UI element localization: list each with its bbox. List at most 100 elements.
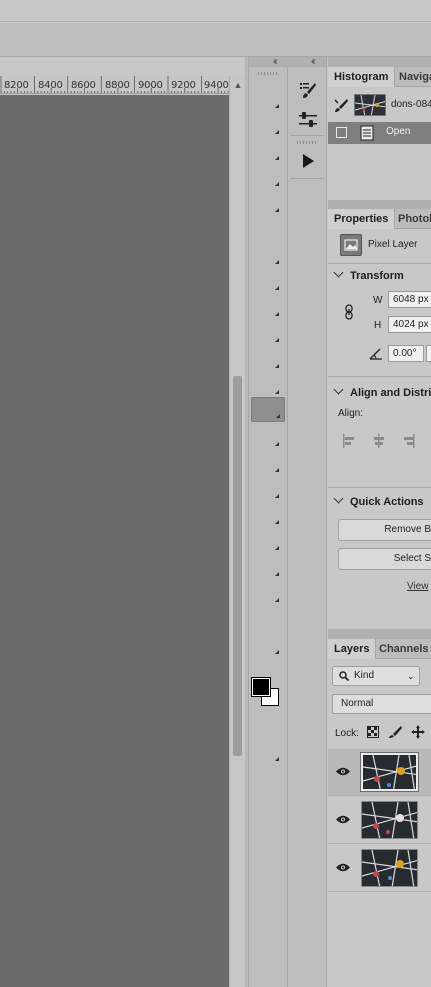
align-right-icon[interactable] <box>400 434 416 448</box>
grip-handle[interactable] <box>258 72 278 75</box>
ruler-label: 8200 <box>4 80 29 91</box>
brush-settings-icon <box>299 83 316 98</box>
chevron-down-icon[interactable] <box>333 493 344 504</box>
snapshot-thumbnail <box>354 94 386 116</box>
brush-settings-button[interactable] <box>289 75 326 105</box>
tab-navigator[interactable]: Naviga <box>393 67 431 87</box>
properties-tabbar: Properties Photob <box>328 209 431 229</box>
view-more-link[interactable]: View <box>407 581 429 592</box>
pixel-layer-icon <box>340 234 362 256</box>
scroll-up-arrow-icon[interactable]: ▲ <box>230 80 246 90</box>
blend-mode-select[interactable]: Normal <box>332 694 431 714</box>
layer-thumbnail <box>360 752 419 792</box>
tool-flyout-icon <box>275 156 279 160</box>
height-label: H <box>374 320 382 331</box>
width-field[interactable]: 6048 px <box>388 291 431 308</box>
panel-column: Histogram Naviga dons-084 Open Propertie… <box>328 57 431 987</box>
tool-flyout-icon <box>275 130 279 134</box>
tool-flyout-icon <box>275 650 279 654</box>
filter-kind-label: Kind <box>354 670 375 681</box>
lock-position-icon[interactable] <box>411 725 425 739</box>
tab-layers[interactable]: Layers <box>328 639 377 659</box>
history-state-checkbox[interactable] <box>336 127 347 138</box>
lock-transparent-pixels-icon[interactable] <box>367 726 379 738</box>
actions-play-button[interactable] <box>289 146 326 176</box>
tool-flyout-icon <box>275 364 279 368</box>
history-state-label: Open <box>386 126 411 137</box>
adjustments-button[interactable] <box>289 104 326 134</box>
eye-visibility-icon[interactable] <box>336 863 350 872</box>
snapshot-name: dons-084 <box>391 99 431 110</box>
document-canvas[interactable] <box>0 95 229 987</box>
panel-group-header <box>328 57 431 67</box>
quick-actions-section-title[interactable]: Quick Actions <box>350 496 424 508</box>
tool-flyout-icon <box>275 442 279 446</box>
collapsed-panel-dock: ‹‹ <box>248 56 288 987</box>
tab-histogram[interactable]: Histogram <box>328 67 396 87</box>
tool-flyout-icon <box>275 546 279 550</box>
foreground-color-swatch[interactable] <box>251 677 271 697</box>
align-left-icon[interactable] <box>342 434 358 448</box>
chevron-down-icon: ⌄ <box>407 671 415 681</box>
divider <box>328 376 431 377</box>
tool-flyout-icon <box>276 414 280 418</box>
tab-properties[interactable]: Properties <box>328 209 396 229</box>
ruler-label: 9400 <box>204 80 229 91</box>
history-empty-area <box>328 144 431 204</box>
tab-channels[interactable]: Channels <box>373 639 431 659</box>
tool-flyout-icon <box>275 494 279 498</box>
layer-row[interactable] <box>328 749 431 796</box>
tool-flyout-icon <box>275 520 279 524</box>
scrollbar-thumb[interactable] <box>233 376 242 756</box>
align-label: Align: <box>338 408 364 419</box>
width-label: W <box>373 295 383 306</box>
dock-header: ‹‹ <box>249 56 288 67</box>
options-bar <box>0 23 431 57</box>
ruler-label: 8800 <box>105 80 130 91</box>
horizontal-ruler[interactable]: 8200 8400 8600 8800 9000 9200 9400 <box>0 76 231 94</box>
tool-flyout-icon <box>275 312 279 316</box>
eye-visibility-icon[interactable] <box>336 815 350 824</box>
search-icon <box>339 671 349 681</box>
chevron-down-icon[interactable] <box>333 384 344 395</box>
tool-flyout-icon <box>275 468 279 472</box>
lock-image-pixels-icon[interactable] <box>388 725 402 739</box>
ruler-label: 9000 <box>138 80 163 91</box>
layer-thumbnail <box>361 849 418 887</box>
height-field[interactable]: 4024 px <box>388 316 431 333</box>
remove-background-button[interactable]: Remove B <box>338 519 431 541</box>
layer-row[interactable] <box>328 797 431 844</box>
angle-icon <box>369 348 382 360</box>
history-snapshot-row[interactable]: dons-084 <box>328 88 431 122</box>
reference-point-field[interactable] <box>426 345 431 362</box>
link-chain-icon[interactable] <box>344 304 354 320</box>
ruler-label: 9200 <box>171 80 196 91</box>
align-section-title[interactable]: Align and Distri <box>350 387 431 399</box>
vertical-scrollbar[interactable]: ▲ <box>229 76 245 987</box>
tab-photoshop[interactable]: Photob <box>392 209 431 229</box>
grip-handle[interactable] <box>297 141 317 144</box>
document-icon <box>360 125 374 141</box>
align-center-icon[interactable] <box>371 434 387 448</box>
layer-row[interactable] <box>328 845 431 892</box>
collapse-arrows-icon[interactable]: ‹‹ <box>273 56 277 67</box>
chevron-down-icon[interactable] <box>333 267 344 278</box>
angle-field[interactable]: 0.00° <box>388 345 424 362</box>
history-state-open[interactable]: Open <box>328 122 431 144</box>
eye-visibility-icon[interactable] <box>336 767 350 776</box>
tool-flyout-icon <box>275 598 279 602</box>
selected-tool-button[interactable] <box>251 397 285 422</box>
select-subject-button[interactable]: Select S <box>338 548 431 570</box>
image-icon <box>344 239 358 251</box>
layer-thumbnail <box>361 801 418 839</box>
layer-image <box>362 802 417 838</box>
divider <box>328 263 431 264</box>
ruler-label: 8400 <box>38 80 63 91</box>
sliders-icon <box>298 112 317 127</box>
transform-section-title[interactable]: Transform <box>350 270 404 282</box>
collapse-arrows-icon[interactable]: ‹‹ <box>311 56 315 67</box>
panel-group-header <box>328 629 431 639</box>
tool-flyout-icon <box>275 182 279 186</box>
history-tabbar: Histogram Naviga <box>328 67 431 87</box>
layer-filter-select[interactable]: Kind ⌄ <box>332 666 420 686</box>
